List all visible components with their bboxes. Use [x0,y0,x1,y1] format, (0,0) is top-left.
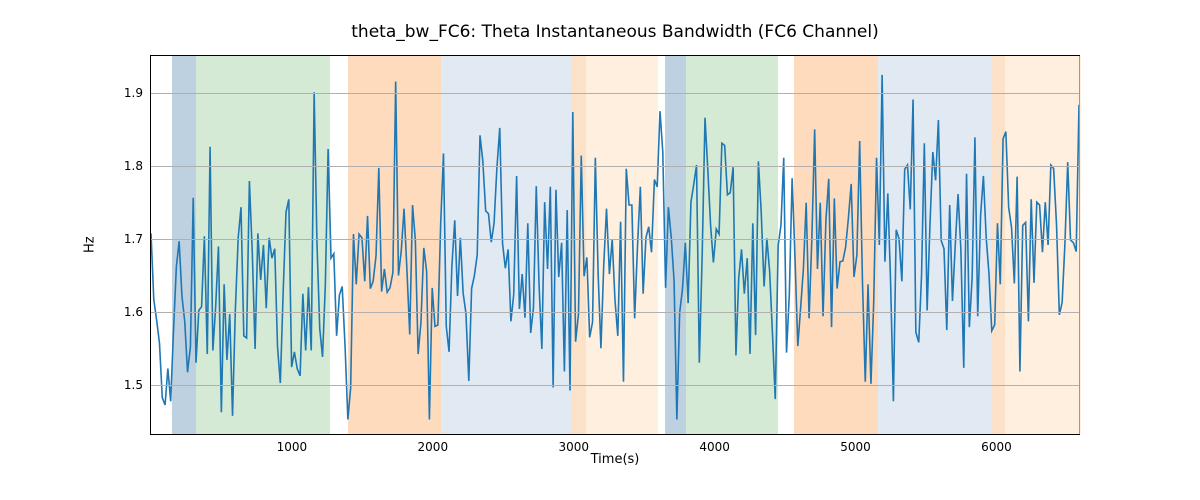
data-line [151,75,1079,420]
figure: theta_bw_FC6: Theta Instantaneous Bandwi… [0,0,1200,500]
x-axis-label: Time(s) [150,452,1080,467]
gridline [151,166,1079,167]
y-axis-label: Hz [80,55,100,435]
gridline [151,385,1079,386]
y-tick-label: 1.8 [124,159,143,173]
gridline [151,312,1079,313]
chart-title: theta_bw_FC6: Theta Instantaneous Bandwi… [150,22,1080,42]
gridline [151,93,1079,94]
y-tick-label: 1.7 [124,232,143,246]
y-tick-label: 1.9 [124,86,143,100]
gridline [151,239,1079,240]
plot-svg [151,56,1079,434]
y-tick-label: 1.6 [124,305,143,319]
plot-axes: 1.51.61.71.81.9100020003000400050006000 [150,55,1080,435]
y-tick-label: 1.5 [124,378,143,392]
